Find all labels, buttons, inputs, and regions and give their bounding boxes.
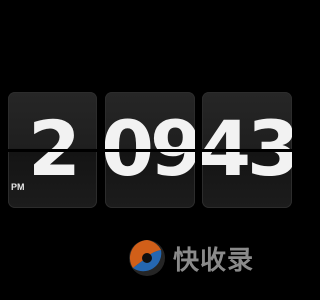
- flip-clock-screen: 2 PM 09 43 快收录: [0, 0, 300, 300]
- kuaishoulu-logo-icon: [129, 240, 165, 276]
- hour-tile: 2 PM: [8, 92, 97, 208]
- watermark: 快收录: [127, 238, 254, 278]
- second-flip-split: [202, 149, 292, 152]
- minute-tile: 09: [105, 92, 195, 208]
- watermark-text: 快收录: [173, 245, 255, 276]
- hour-flip-split: [8, 149, 97, 152]
- second-tile: 43: [202, 92, 292, 208]
- meridiem-label: PM: [11, 182, 25, 192]
- minute-flip-split: [105, 149, 195, 152]
